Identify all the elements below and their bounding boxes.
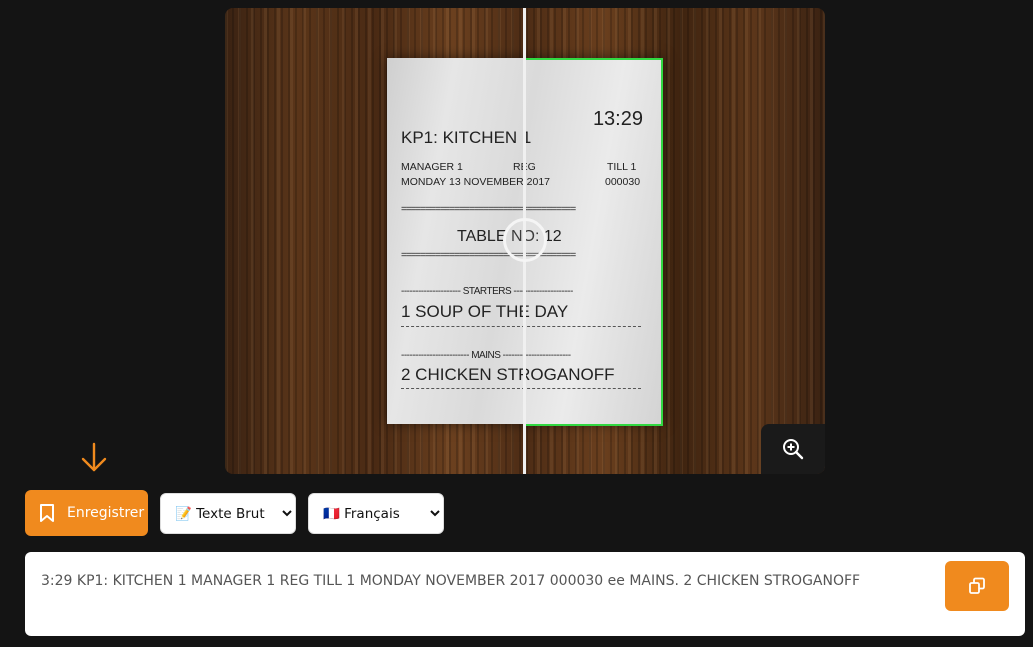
copy-icon bbox=[969, 577, 985, 594]
save-button[interactable]: Enregistrer bbox=[25, 490, 148, 536]
compare-handle[interactable] bbox=[503, 218, 547, 262]
arrow-down-icon bbox=[81, 442, 107, 472]
ocr-result-text[interactable]: 3:29 KP1: KITCHEN 1 MANAGER 1 REG TILL 1… bbox=[41, 572, 921, 590]
receipt-header: KP1: KITCHEN 1 bbox=[401, 128, 532, 147]
image-viewer[interactable]: 13:29 KP1: KITCHEN 1 MANAGER 1 REG TILL … bbox=[225, 8, 825, 474]
ocr-result-box[interactable]: 3:29 KP1: KITCHEN 1 MANAGER 1 REG TILL 1… bbox=[25, 552, 1025, 636]
receipt-manager: MANAGER 1 bbox=[401, 161, 463, 173]
zoom-button[interactable] bbox=[761, 424, 825, 474]
copy-button[interactable] bbox=[945, 561, 1009, 611]
save-button-label: Enregistrer bbox=[67, 505, 145, 521]
bookmark-icon bbox=[40, 504, 54, 522]
language-select[interactable]: 🇫🇷 Français bbox=[308, 493, 444, 534]
format-select[interactable]: 📝 Texte Brut bbox=[160, 493, 296, 534]
zoom-in-icon bbox=[783, 439, 804, 460]
